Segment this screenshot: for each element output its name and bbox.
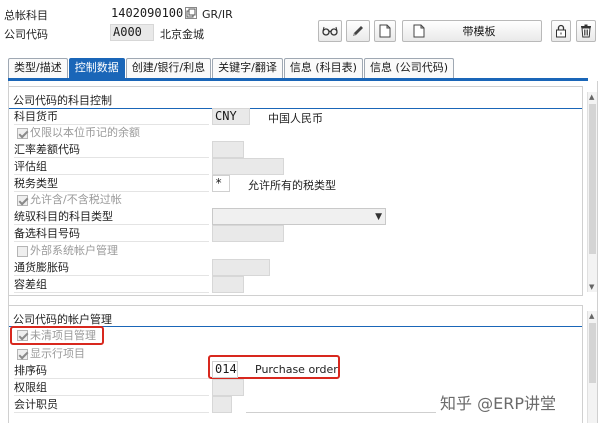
company-code-label: 公司代码 <box>4 28 48 41</box>
external-system-label: 外部系统帐户管理 <box>30 244 118 257</box>
trash-icon <box>580 24 592 38</box>
match-code-icon[interactable] <box>185 7 197 19</box>
lock-button[interactable] <box>551 20 571 42</box>
external-system-checkbox[interactable] <box>17 246 28 257</box>
delete-button[interactable] <box>576 20 596 42</box>
exchange-diff-input[interactable] <box>212 141 244 158</box>
open-item-label: 未清项目管理 <box>30 329 96 342</box>
scroll-thumb[interactable] <box>589 323 596 383</box>
tab-create-bank-interest[interactable]: 创建/银行/利息 <box>125 58 212 78</box>
display-button[interactable] <box>318 20 342 42</box>
control-group-scrollbar[interactable]: ▲ ▼ <box>587 92 597 292</box>
tab-keyword-translation[interactable]: 关键字/翻译 <box>212 58 283 78</box>
valuation-group-input[interactable] <box>212 158 284 175</box>
gl-account-desc: GR/IR <box>202 8 233 21</box>
valuation-group-label: 评估组 <box>14 158 209 175</box>
tolerance-group-label: 容差组 <box>14 276 209 293</box>
document-icon <box>379 24 391 38</box>
watermark-text: 知乎 @ERP讲堂 <box>440 394 556 413</box>
tax-category-label: 税务类型 <box>14 175 209 192</box>
recon-type-dropdown[interactable]: ▼ <box>212 208 386 225</box>
tolerance-group-input[interactable] <box>212 276 244 293</box>
create-button[interactable] <box>374 20 396 42</box>
sort-key-input[interactable]: 014 <box>212 361 238 378</box>
accounting-clerk-input[interactable] <box>212 396 232 413</box>
account-currency-label: 科目货币 <box>14 108 209 125</box>
company-code-desc: 北京金城 <box>160 28 204 41</box>
glasses-icon <box>322 26 338 36</box>
lock-icon <box>555 24 567 38</box>
posting-without-tax-label: 允许含/不含税过帐 <box>30 193 122 206</box>
alt-account-label: 备选科目号码 <box>14 225 209 242</box>
with-template-label: 带模板 <box>462 25 496 38</box>
line-item-label: 显示行项目 <box>30 347 85 360</box>
local-currency-only-checkbox[interactable] <box>17 128 28 139</box>
with-template-button[interactable]: 带模板 <box>402 20 542 42</box>
pencil-icon <box>351 24 365 38</box>
gl-account-input[interactable]: 1402090100 <box>108 5 184 24</box>
line-item-checkbox[interactable] <box>17 349 28 360</box>
account-currency-input[interactable]: CNY <box>212 108 250 125</box>
gl-account-label: 总帐科目 <box>4 9 48 22</box>
tab-strip: 类型/描述 控制数据 创建/银行/利息 关键字/翻译 信息 (科目表) 信息 (… <box>8 58 455 78</box>
exchange-diff-label: 汇率差额代码 <box>14 141 209 158</box>
account-currency-desc: 中国人民币 <box>268 112 323 125</box>
tax-category-input[interactable]: * <box>212 175 230 192</box>
posting-without-tax-checkbox[interactable] <box>17 195 28 206</box>
alt-account-input[interactable] <box>212 225 284 242</box>
auth-group-label: 权限组 <box>14 379 209 396</box>
company-code-input[interactable]: A000 <box>110 24 154 41</box>
auth-group-input[interactable] <box>212 379 244 396</box>
inflation-key-input[interactable] <box>212 259 270 276</box>
sort-key-desc: Purchase order <box>255 363 338 376</box>
open-item-checkbox[interactable] <box>17 330 28 341</box>
account-management-title: 公司代码的帐户管理 <box>13 313 112 326</box>
tax-category-desc: 允许所有的税类型 <box>248 179 336 192</box>
inflation-key-label: 通货膨胀码 <box>14 259 209 276</box>
sort-key-label: 排序码 <box>14 362 209 379</box>
tab-info-company-code[interactable]: 信息 (公司代码) <box>363 58 455 78</box>
accounting-clerk-desc-line <box>246 412 436 413</box>
tab-type-description[interactable]: 类型/描述 <box>8 58 68 78</box>
tab-control-data[interactable]: 控制数据 <box>68 58 125 78</box>
chevron-down-icon: ▼ <box>375 212 382 222</box>
tab-info-chart-of-accounts[interactable]: 信息 (科目表) <box>283 58 363 78</box>
scroll-down-icon[interactable]: ▼ <box>589 283 594 291</box>
recon-type-label: 统驭科目的科目类型 <box>14 208 209 225</box>
local-currency-only-label: 仅限以本位币记的余额 <box>30 126 140 139</box>
edit-button[interactable] <box>346 20 370 42</box>
document-icon <box>413 24 425 38</box>
management-group-scrollbar[interactable]: ▲ <box>587 311 597 423</box>
scroll-thumb[interactable] <box>589 104 596 254</box>
scroll-up-icon[interactable]: ▲ <box>589 312 594 320</box>
accounting-clerk-label: 会计职员 <box>14 396 209 413</box>
scroll-up-icon[interactable]: ▲ <box>589 93 594 101</box>
account-control-title: 公司代码的科目控制 <box>13 94 112 107</box>
